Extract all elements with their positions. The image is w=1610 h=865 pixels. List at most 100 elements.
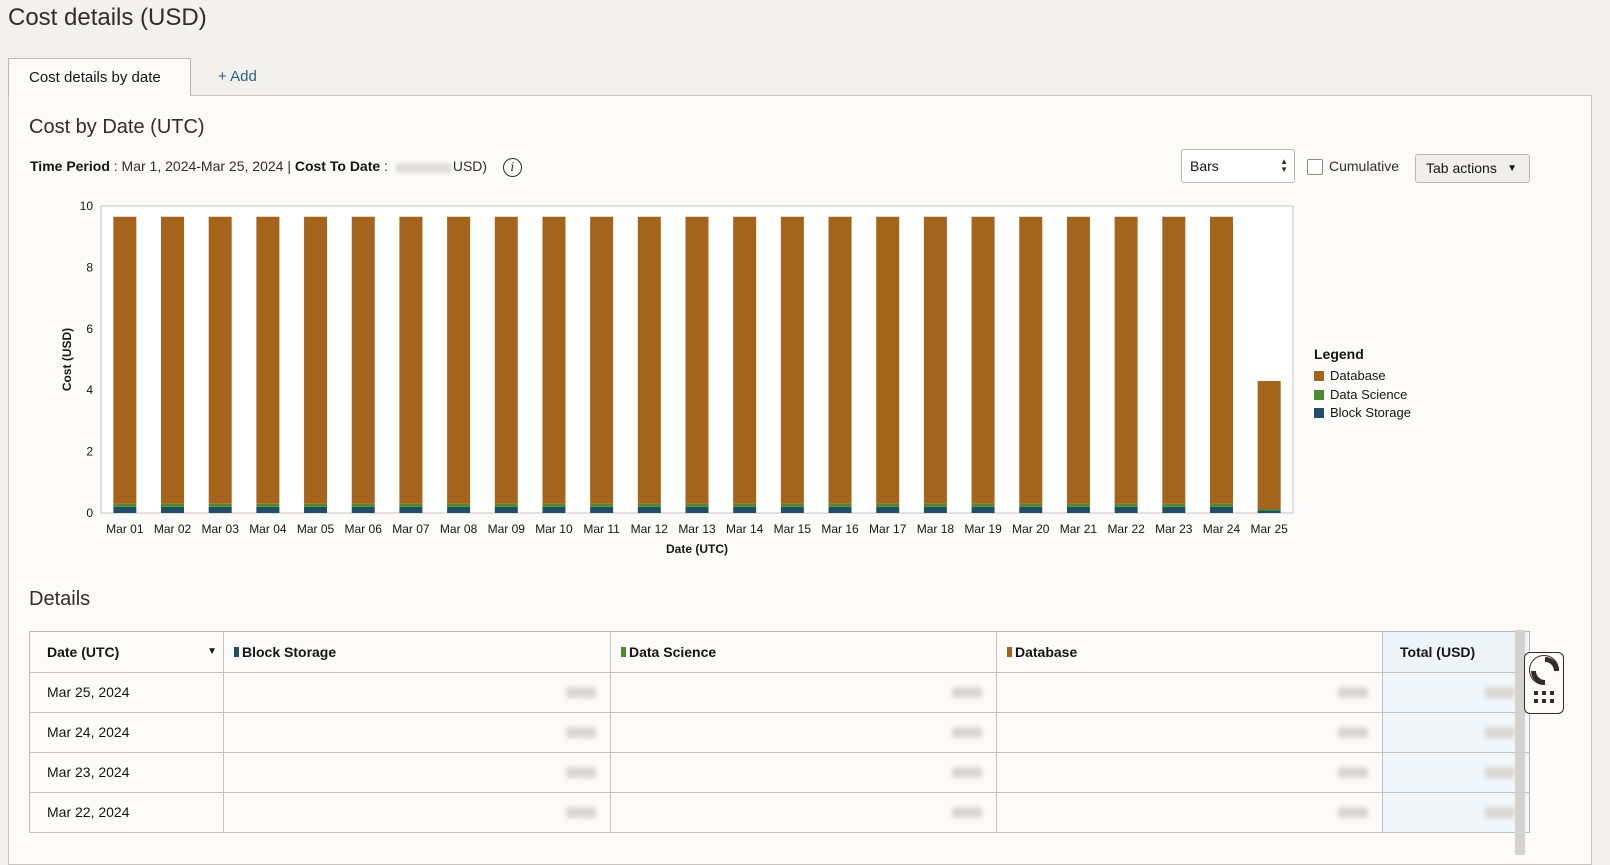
y-tick-label: 2 — [86, 445, 93, 459]
cumulative-checkbox[interactable] — [1307, 159, 1323, 175]
bar-segment — [828, 216, 852, 504]
bar-segment — [590, 506, 614, 513]
redacted-value — [952, 807, 982, 818]
x-tick-label: Mar 05 — [297, 522, 335, 536]
column-header-block-storage[interactable]: Block Storage — [224, 632, 611, 672]
table-row[interactable]: Mar 23, 2024 — [30, 753, 1529, 793]
tab-cost-details-by-date[interactable]: Cost details by date — [8, 58, 191, 96]
bar-segment — [780, 503, 804, 507]
legend-item-database[interactable]: Database — [1314, 367, 1411, 386]
bar-segment — [733, 503, 757, 507]
bar-segment — [351, 216, 375, 504]
bar-segment — [637, 506, 661, 513]
redacted-value — [1485, 767, 1515, 778]
details-table: Date (UTC) ▼ Block Storage Data Science … — [29, 631, 1530, 833]
tab-actions-button[interactable]: Tab actions ▼ — [1415, 154, 1530, 183]
x-tick-label: Mar 11 — [583, 522, 620, 536]
column-header-data-science[interactable]: Data Science — [611, 632, 997, 672]
bar-segment — [208, 503, 232, 507]
total-cell — [1383, 673, 1529, 712]
time-period-value: : Mar 1, 2024-Mar 25, 2024 | — [113, 158, 291, 175]
data-science-cell — [611, 793, 997, 832]
x-tick-label: Mar 20 — [1012, 522, 1050, 536]
bar-segment — [447, 216, 471, 504]
bar-segment — [399, 503, 423, 507]
legend-label: Data Science — [1330, 386, 1408, 402]
x-tick-label: Mar 21 — [1060, 522, 1098, 536]
legend-item-block-storage[interactable]: Block Storage — [1314, 404, 1411, 423]
bar-segment — [1257, 380, 1281, 510]
bar-segment — [923, 503, 947, 507]
bar-segment — [399, 506, 423, 513]
chart-legend: Legend Database Data Science Block Stora… — [1314, 346, 1411, 423]
redacted-value — [952, 727, 982, 738]
bar-segment — [828, 506, 852, 513]
x-tick-label: Mar 02 — [154, 522, 192, 536]
bar-segment — [256, 503, 280, 507]
legend-swatch — [1314, 408, 1324, 418]
legend-item-data-science[interactable]: Data Science — [1314, 386, 1411, 405]
x-tick-label: Mar 12 — [631, 522, 669, 536]
legend-label: Block Storage — [1330, 405, 1411, 420]
table-row[interactable]: Mar 24, 2024 — [30, 713, 1529, 753]
date-cell: Mar 24, 2024 — [30, 713, 224, 752]
bar-segment — [733, 216, 757, 504]
bar-segment — [876, 506, 900, 513]
series-color-marker — [234, 647, 239, 657]
info-icon[interactable]: i — [502, 158, 522, 177]
bar-segment — [113, 216, 137, 504]
redacted-value — [1338, 687, 1368, 698]
caret-down-icon: ▼ — [1507, 163, 1517, 174]
series-color-marker — [621, 647, 626, 657]
series-color-marker — [1007, 647, 1012, 657]
bar-segment — [304, 506, 328, 513]
bar-segment — [161, 503, 185, 507]
column-header-total[interactable]: Total (USD) — [1383, 632, 1529, 672]
bar-segment — [1209, 503, 1233, 507]
help-widget-button[interactable] — [1524, 651, 1565, 714]
column-header-database[interactable]: Database — [997, 632, 1383, 672]
sort-down-icon[interactable]: ▼ — [207, 632, 217, 672]
legend-label: Database — [1330, 368, 1386, 383]
bar-segment — [542, 506, 566, 513]
bar-segment — [637, 503, 661, 507]
y-tick-label: 0 — [86, 506, 93, 520]
bar-segment — [447, 503, 471, 507]
bar-segment — [542, 503, 566, 507]
total-cell — [1383, 713, 1529, 752]
bar-segment — [494, 506, 518, 513]
bar-segment — [876, 216, 900, 504]
bar-segment — [304, 216, 328, 504]
bar-segment — [1066, 506, 1090, 513]
table-row[interactable]: Mar 22, 2024 — [30, 793, 1529, 833]
redacted-value — [566, 767, 596, 778]
x-tick-label: Mar 08 — [440, 522, 478, 536]
x-tick-label: Mar 06 — [345, 522, 383, 536]
redacted-value — [566, 807, 596, 818]
x-tick-label: Mar 09 — [488, 522, 526, 536]
bar-segment — [161, 506, 185, 513]
chart-type-select[interactable]: Bars ▲ ▼ — [1181, 149, 1295, 183]
bar-segment — [590, 216, 614, 504]
data-science-cell — [611, 713, 997, 752]
x-tick-label: Mar 19 — [964, 522, 1002, 536]
bar-segment — [256, 506, 280, 513]
time-period-label: Time Period — [30, 158, 110, 175]
add-tab-link[interactable]: + Add Tab — [198, 58, 298, 123]
bar-segment — [399, 216, 423, 504]
column-header-label: Database — [1015, 644, 1078, 660]
redacted-value — [1485, 687, 1515, 698]
bar-segment — [256, 216, 280, 504]
database-cell — [997, 753, 1383, 792]
column-header-label: Data Science — [629, 644, 717, 660]
date-cell: Mar 23, 2024 — [30, 753, 224, 792]
column-header-date[interactable]: Date (UTC) ▼ — [30, 632, 224, 672]
bar-segment — [351, 506, 375, 513]
bar-segment — [1162, 216, 1186, 504]
bar-segment — [494, 503, 518, 507]
table-row[interactable]: Mar 25, 2024 — [30, 673, 1529, 713]
bar-segment — [1257, 509, 1281, 511]
bar-segment — [1162, 506, 1186, 513]
details-title: Details — [29, 588, 91, 610]
cost-to-date-label: Cost To Date — [294, 158, 381, 175]
